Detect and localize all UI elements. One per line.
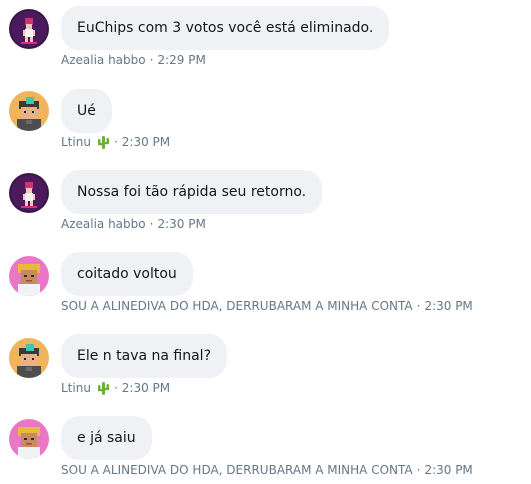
meta-separator: · xyxy=(149,53,154,67)
sender-name[interactable]: Azealia habbo xyxy=(61,216,146,232)
meta-separator: · xyxy=(113,381,118,395)
meta-separator: · xyxy=(416,299,421,313)
message-meta: Ltinu · 2:30 PM xyxy=(61,134,170,150)
message-meta: Azealia habbo · 2:29 PM xyxy=(61,52,206,68)
sender-name[interactable]: Azealia habbo xyxy=(61,52,146,68)
alinediva-avatar[interactable] xyxy=(9,256,49,296)
message-time: 2:30 PM xyxy=(121,135,171,149)
message-bubble: Ué xyxy=(61,89,112,133)
azealia-avatar[interactable] xyxy=(9,9,49,49)
message-meta: SOU A ALINEDIVA DO HDA, DERRUBARAM A MIN… xyxy=(61,298,473,314)
cactus-icon xyxy=(96,381,110,395)
conversation-thread: EuChips com 3 votos você está eliminado.… xyxy=(0,0,531,484)
message-bubble: EuChips com 3 votos você está eliminado. xyxy=(61,6,390,50)
azealia-avatar[interactable] xyxy=(9,173,49,213)
sender-name[interactable]: SOU A ALINEDIVA DO HDA, DERRUBARAM A MIN… xyxy=(61,462,413,478)
sender-name[interactable]: SOU A ALINEDIVA DO HDA, DERRUBARAM A MIN… xyxy=(61,298,413,314)
message-time: 2:29 PM xyxy=(157,53,206,67)
message-bubble: e já saiu xyxy=(61,416,152,460)
message-meta: Ltinu · 2:30 PM xyxy=(61,380,170,396)
message-bubble: coitado voltou xyxy=(61,252,193,296)
meta-separator: · xyxy=(416,463,421,477)
cactus-icon xyxy=(96,135,110,149)
message-time: 2:30 PM xyxy=(424,299,473,313)
ltinu-avatar[interactable] xyxy=(9,91,49,131)
alinediva-avatar[interactable] xyxy=(9,419,49,459)
message-meta: Azealia habbo · 2:30 PM xyxy=(61,216,206,232)
ltinu-avatar[interactable] xyxy=(9,338,49,378)
message-time: 2:30 PM xyxy=(424,463,473,477)
meta-separator: · xyxy=(113,135,118,149)
message-time: 2:30 PM xyxy=(157,217,206,231)
meta-separator: · xyxy=(149,217,154,231)
message-bubble: Nossa foi tão rápida seu retorno. xyxy=(61,170,323,214)
sender-name[interactable]: Ltinu xyxy=(61,380,91,396)
message-bubble: Ele n tava na final? xyxy=(61,334,227,378)
sender-name[interactable]: Ltinu xyxy=(61,134,91,150)
message-time: 2:30 PM xyxy=(121,381,171,395)
message-meta: SOU A ALINEDIVA DO HDA, DERRUBARAM A MIN… xyxy=(61,462,473,478)
